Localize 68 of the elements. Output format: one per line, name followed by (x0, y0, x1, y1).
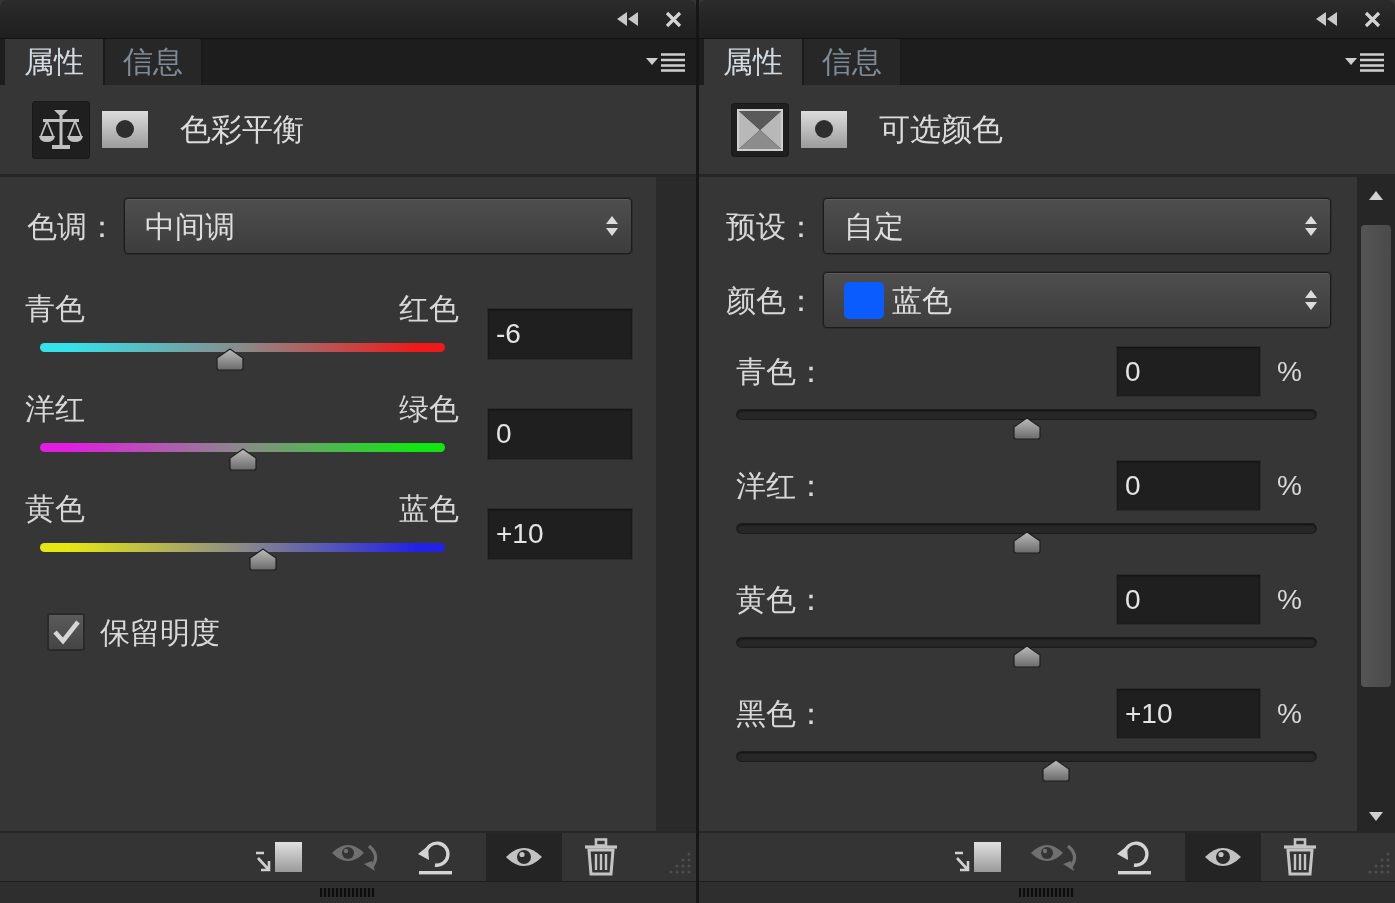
slider-label: 青色： (736, 355, 827, 388)
value-field[interactable]: +10 (487, 508, 633, 560)
value-field[interactable]: 0 (1116, 346, 1261, 397)
scroll-down-icon[interactable] (1369, 812, 1383, 821)
up-down-arrows-icon (605, 214, 619, 238)
dropdown[interactable]: 自定 (823, 198, 1331, 254)
arrow-square-icon[interactable] (254, 840, 304, 874)
close-icon[interactable] (665, 10, 682, 28)
panel-menu-icon[interactable] (646, 52, 686, 72)
panel-tab[interactable]: 属性 (704, 39, 804, 85)
up-down-arrows-icon (1304, 214, 1318, 238)
unit-label: % (1277, 469, 1303, 502)
slider-label: 蓝色 (399, 490, 459, 528)
mask-icon (801, 111, 847, 148)
slider-label: 黑色： (736, 697, 827, 730)
panel-tab[interactable]: 属性 (5, 39, 105, 85)
slider-thumb[interactable] (1012, 645, 1041, 668)
checkmark-icon (52, 619, 80, 645)
value-field[interactable]: +10 (1116, 688, 1261, 739)
adjustment-title: 可选颜色 (879, 112, 1003, 147)
adjustment-title: 色彩平衡 (180, 112, 304, 147)
up-down-arrows-icon (1304, 288, 1318, 312)
adjustment-view-button[interactable] (731, 102, 789, 157)
value-field[interactable]: 0 (1116, 574, 1261, 625)
selective-color-icon (737, 108, 783, 151)
slider-thumb[interactable] (216, 348, 245, 371)
slider-label: 红色 (399, 290, 459, 328)
slider-label: 洋红： (736, 469, 827, 502)
slider-label: 青色 (25, 290, 85, 328)
trash-icon[interactable] (1283, 838, 1317, 876)
slider-label: 绿色 (399, 390, 459, 428)
collapse-icon[interactable] (1316, 12, 1338, 26)
mask-icon (102, 111, 148, 148)
panel-tab[interactable]: 信息 (804, 39, 902, 85)
slider-thumb[interactable] (228, 448, 257, 471)
adjustment-view-button[interactable] (32, 100, 90, 159)
slider-thumb[interactable] (248, 548, 277, 571)
field-label: 颜色： (726, 283, 817, 317)
close-icon[interactable] (1364, 10, 1381, 28)
slider-label: 洋红 (25, 390, 85, 428)
slider-thumb[interactable] (1041, 759, 1070, 782)
panel-tab[interactable]: 信息 (105, 39, 203, 85)
drag-handle-icon[interactable] (1019, 888, 1075, 897)
dropdown[interactable]: 蓝色 (823, 272, 1331, 328)
visibility-button[interactable] (486, 833, 562, 881)
unit-label: % (1277, 697, 1303, 730)
dropdown[interactable]: 中间调 (124, 198, 632, 254)
checkbox[interactable] (47, 613, 85, 651)
slider-thumb[interactable] (1012, 531, 1041, 554)
unit-label: % (1277, 583, 1303, 616)
scroll-up-icon[interactable] (1369, 191, 1383, 200)
panel-menu-icon[interactable] (1345, 52, 1385, 72)
field-label: 色调： (27, 209, 118, 243)
slider-thumb[interactable] (1012, 417, 1041, 440)
value-field[interactable]: 0 (1116, 460, 1261, 511)
unit-label: % (1277, 355, 1303, 388)
field-label: 预设： (726, 209, 817, 243)
trash-icon[interactable] (584, 838, 618, 876)
value-field[interactable]: 0 (487, 408, 633, 460)
slider-label: 黄色 (25, 490, 85, 528)
visibility-button[interactable] (1185, 833, 1261, 881)
collapse-icon[interactable] (617, 12, 639, 26)
slider-label: 黄色： (736, 583, 827, 616)
drag-handle-icon[interactable] (320, 888, 376, 897)
checkbox-label: 保留明度 (100, 615, 220, 649)
value-field[interactable]: -6 (487, 308, 633, 360)
arrow-square-icon[interactable] (953, 840, 1003, 874)
scrollbar-thumb[interactable] (1361, 225, 1391, 687)
